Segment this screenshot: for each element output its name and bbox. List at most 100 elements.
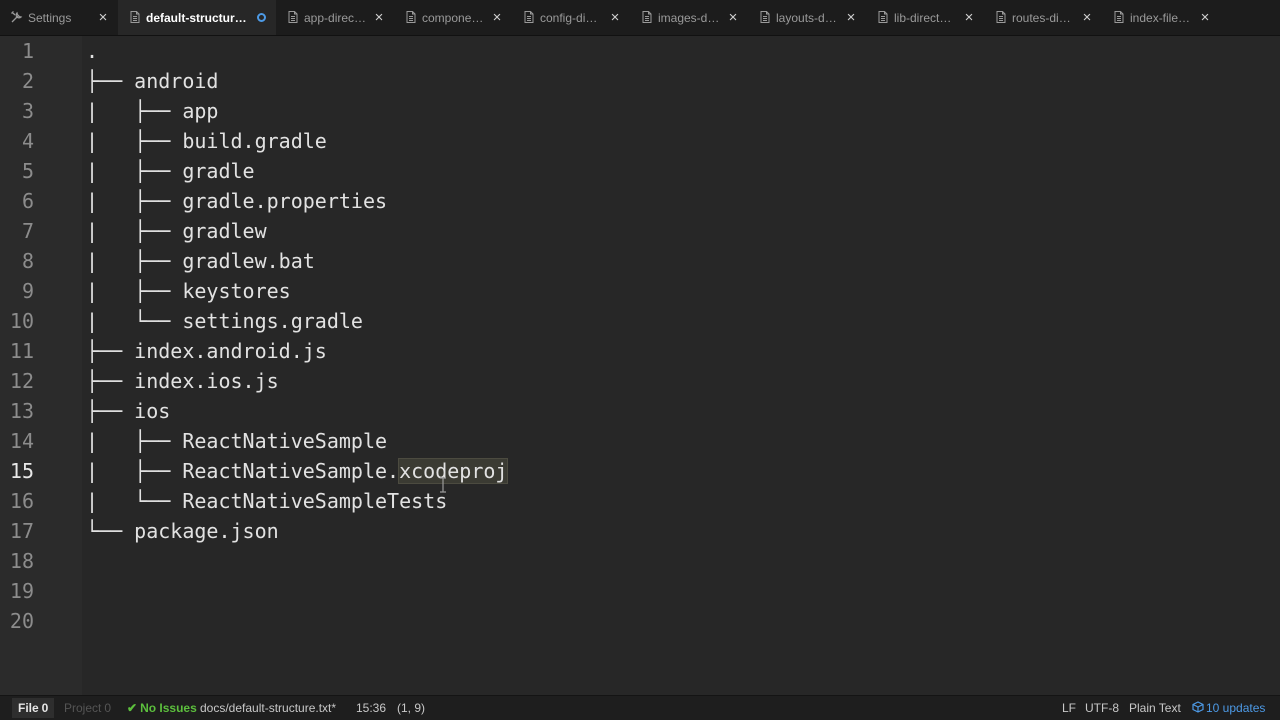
line-text[interactable]: | ├── ReactNativeSample.xcodeproj [86,456,509,486]
clock: 15:36 [356,701,387,715]
line-text[interactable]: ├── android [86,66,218,96]
editor-line[interactable]: 4 | ├── build.gradle [0,126,1280,156]
project-issues-tab[interactable]: Project 0 [58,698,117,718]
close-icon[interactable]: × [372,10,386,25]
editor-line[interactable]: 12 ├── index.ios.js [0,366,1280,396]
file-tab-label: File [18,701,39,715]
file-icon [522,10,536,24]
tab-file-8[interactable]: routes-di… × [984,0,1102,35]
close-icon[interactable]: × [962,10,976,25]
linter-status-label: No Issues [140,701,197,715]
editor-line[interactable]: 7 | ├── gradlew [0,216,1280,246]
line-content: ├── index.android.js [86,339,327,363]
editor-line[interactable]: 14 | ├── ReactNativeSample [0,426,1280,456]
line-text[interactable]: ├── index.ios.js [86,366,279,396]
line-text[interactable]: | ├── build.gradle [86,126,327,156]
line-number: 15 [9,459,34,483]
line-text[interactable]: | ├── gradle.properties [86,186,387,216]
line-number: 17 [9,519,34,543]
line-text[interactable]: | ├── ReactNativeSample [86,426,387,456]
close-icon[interactable]: × [608,10,622,25]
editor-line[interactable]: 13 ├── ios [0,396,1280,426]
line-text[interactable]: └── package.json [86,516,279,546]
editor-line[interactable]: 18 [0,546,1280,576]
tab-label: index-file… [1130,10,1191,25]
line-content: └── package.json [86,519,279,543]
close-icon[interactable]: × [490,10,504,25]
tab-file-7[interactable]: lib-direct… × [866,0,984,35]
line-content: ├── index.ios.js [86,369,279,393]
line-number: 4 [21,129,34,153]
settings-icon [10,10,24,24]
editor-line[interactable]: 2 ├── android [0,66,1280,96]
editor-line[interactable]: 3 | ├── app [0,96,1280,126]
editor-line[interactable]: 1. [0,36,1280,66]
line-content: ├── android [86,69,219,93]
editor-line[interactable]: 8 | ├── gradlew.bat [0,246,1280,276]
file-icon [404,10,418,24]
project-issue-count: 0 [104,701,112,715]
linter-status[interactable]: ✔ No Issues [127,696,197,720]
line-number: 20 [9,609,34,633]
package-updates[interactable]: 10 updates [1192,696,1265,720]
tab-bar: Settings × default-structure.txt app-direc…… [0,0,1280,36]
line-number: 9 [21,279,34,303]
file-issues-tab[interactable]: File 0 [12,698,55,718]
line-content: | └── settings.gradle [86,309,363,333]
file-path[interactable]: docs/default-structure.txt* [200,696,336,720]
cursor-position[interactable]: (1, 9) [397,696,425,720]
line-text[interactable]: | ├── keystores [86,276,291,306]
line-number: 6 [21,189,34,213]
editor-line[interactable]: 15 | ├── ReactNativeSample.xcodeproj [0,456,1280,486]
editor-line[interactable]: 10 | └── settings.gradle [0,306,1280,336]
close-icon[interactable]: × [1198,10,1212,25]
tab-label: default-structure.txt [146,10,250,25]
encoding-selector[interactable]: UTF-8 [1085,696,1119,720]
close-icon[interactable]: × [726,10,740,25]
editor-line[interactable]: 17 └── package.json [0,516,1280,546]
line-content: | ├── gradle [86,159,255,183]
tab-file-2[interactable]: app-direc… × [276,0,394,35]
editor-line[interactable]: 20 [0,606,1280,636]
line-text[interactable]: ├── index.android.js [86,336,327,366]
tab-file-6[interactable]: layouts-d… × [748,0,866,35]
editor-line[interactable]: 19 [0,576,1280,606]
line-ending-selector[interactable]: LF [1062,696,1076,720]
line-text[interactable]: . [86,36,98,66]
line-content: | ├── gradle.properties [86,189,388,213]
line-text[interactable]: | ├── gradlew [86,216,267,246]
line-text[interactable]: | └── settings.gradle [86,306,363,336]
tab-label: compone… [422,10,484,25]
modified-indicator-icon[interactable] [254,11,268,25]
tab-file-3[interactable]: compone… × [394,0,512,35]
file-icon [876,10,890,24]
editor-line[interactable]: 9 | ├── keystores [0,276,1280,306]
tab-file-5[interactable]: images-d… × [630,0,748,35]
line-number: 12 [9,369,34,393]
line-text[interactable]: | ├── gradle [86,156,255,186]
line-text[interactable]: | └── ReactNativeSampleTests [86,486,447,516]
editor-line[interactable]: 6 | ├── gradle.properties [0,186,1280,216]
line-number: 18 [9,549,34,573]
tab-file-4[interactable]: config-di… × [512,0,630,35]
line-text[interactable]: ├── ios [86,396,170,426]
tab-file-1[interactable]: default-structure.txt [118,0,276,35]
text-editor[interactable]: 1. 2 ├── android 3 | ├── app 4 | ├── build.gra… [0,36,1280,695]
close-icon[interactable]: × [844,10,858,25]
line-text[interactable]: | ├── gradlew.bat [86,246,315,276]
line-text[interactable]: | ├── app [86,96,218,126]
close-icon[interactable]: × [1080,10,1094,25]
line-content: | ├── gradlew [86,219,267,243]
status-bar: File 0 Project 0 ✔ No Issues docs/default-s… [0,695,1280,720]
editor-line[interactable]: 5 | ├── gradle [0,156,1280,186]
line-content: | ├── ReactNativeSample [86,429,388,453]
close-icon[interactable]: × [96,10,110,25]
editor-line[interactable]: 16 | └── ReactNativeSampleTests [0,486,1280,516]
line-number: 1 [21,39,34,63]
file-icon [994,10,1008,24]
editor-line[interactable]: 11 ├── index.android.js [0,336,1280,366]
tab-settings[interactable]: Settings × [0,0,118,35]
file-icon [758,10,772,24]
grammar-selector[interactable]: Plain Text [1129,696,1181,720]
tab-file-9[interactable]: index-file… × [1102,0,1220,35]
